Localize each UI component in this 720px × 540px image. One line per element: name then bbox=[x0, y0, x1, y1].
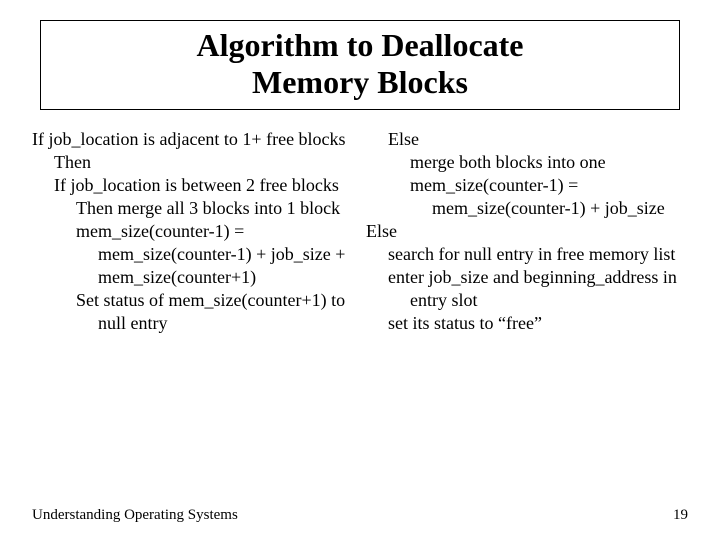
algo-line: Else bbox=[366, 220, 688, 243]
algo-line: set its status to “free” bbox=[366, 312, 688, 335]
algo-line: merge both blocks into one bbox=[366, 151, 688, 174]
title-line-2: Memory Blocks bbox=[252, 64, 468, 100]
algo-line: enter job_size and beginning_address in … bbox=[366, 266, 688, 312]
algo-line: If job_location is adjacent to 1+ free b… bbox=[32, 128, 354, 151]
algo-line: mem_size(counter-1) = mem_size(counter-1… bbox=[32, 220, 354, 289]
algo-line: mem_size(counter-1) = mem_size(counter-1… bbox=[366, 174, 688, 220]
content-columns: If job_location is adjacent to 1+ free b… bbox=[32, 128, 688, 335]
algo-line: If job_location is between 2 free blocks bbox=[32, 174, 354, 197]
title-line-1: Algorithm to Deallocate bbox=[196, 27, 523, 63]
algo-line: Set status of mem_size(counter+1) to nul… bbox=[32, 289, 354, 335]
algo-line: Then merge all 3 blocks into 1 block bbox=[32, 197, 354, 220]
left-column: If job_location is adjacent to 1+ free b… bbox=[32, 128, 360, 335]
footer: Understanding Operating Systems 19 bbox=[32, 507, 688, 524]
slide-title: Algorithm to Deallocate Memory Blocks bbox=[41, 27, 679, 101]
algo-line: Then bbox=[32, 151, 354, 174]
title-box: Algorithm to Deallocate Memory Blocks bbox=[40, 20, 680, 110]
right-column: Else merge both blocks into one mem_size… bbox=[360, 128, 688, 335]
page-number: 19 bbox=[673, 507, 688, 524]
algo-line: search for null entry in free memory lis… bbox=[366, 243, 688, 266]
algo-line: Else bbox=[366, 128, 688, 151]
footer-text: Understanding Operating Systems bbox=[32, 507, 238, 524]
